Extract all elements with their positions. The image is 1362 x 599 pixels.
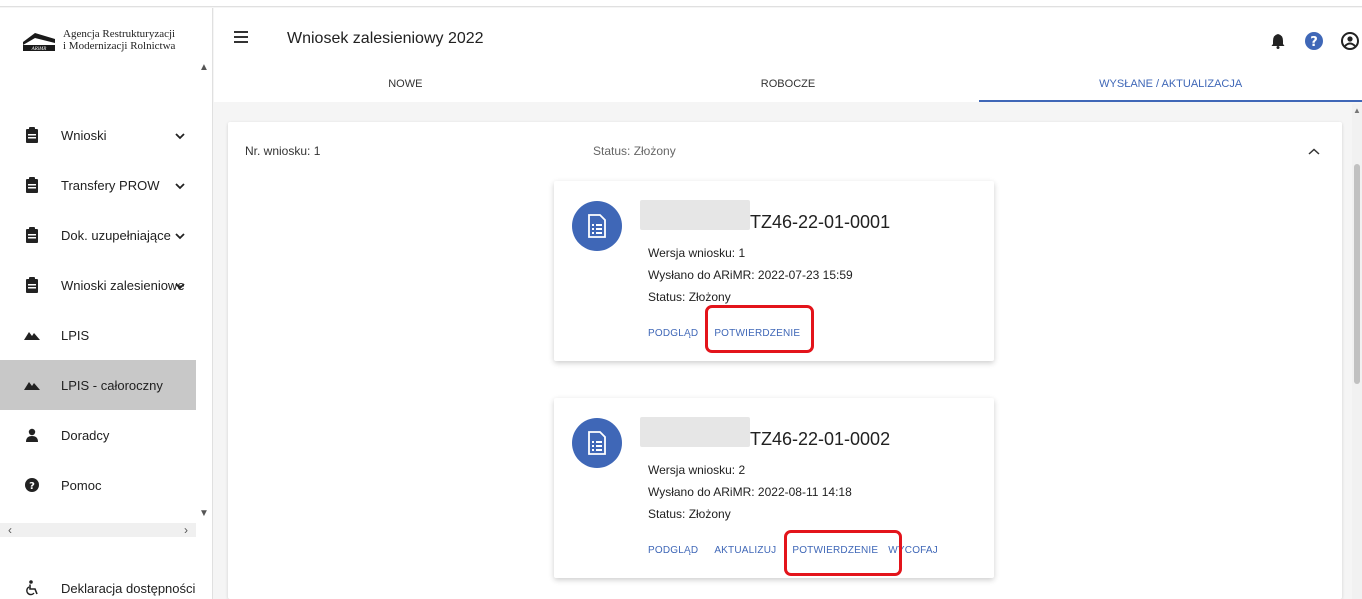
chevron-down-icon[interactable] — [175, 228, 185, 243]
status-text: Status: Złożony — [648, 290, 731, 304]
highlight-box — [705, 305, 814, 353]
preview-button[interactable]: PODGLĄD — [648, 545, 698, 556]
bell-icon[interactable] — [1266, 29, 1290, 53]
version-text: Wersja wniosku: 1 — [648, 246, 746, 260]
top-border — [0, 0, 1362, 7]
group-status: Status: Złożony — [593, 144, 676, 158]
sidebar-item-pomoc[interactable]: ? Pomoc — [0, 460, 196, 510]
scroll-right-icon[interactable]: › — [184, 523, 188, 537]
sidebar-item-label: Transfery PROW — [61, 177, 160, 193]
sidebar-item-dok-uzupelniajace[interactable]: Dok. uzupełniające — [0, 210, 196, 260]
sidebar-nav: Wnioski Transfery PROW Dok. uzupełniając… — [0, 110, 196, 510]
svg-text:ARiMR: ARiMR — [31, 47, 47, 52]
application-id: TZ46-22-01-0001 — [750, 212, 891, 232]
clipboard-icon — [24, 277, 40, 293]
scroll-up-icon[interactable]: ▲ — [1353, 106, 1361, 115]
application-id: TZ46-22-01-0002 — [750, 429, 891, 449]
svg-text:?: ? — [29, 481, 35, 492]
declaration-label: Deklaracja dostępności — [61, 580, 196, 596]
update-button[interactable]: AKTUALIZUJ — [714, 545, 776, 556]
brand-name: Agencja Restrukturyzacji i Modernizacji … — [63, 28, 176, 52]
brand-logo[interactable]: ARiMR Agencja Restrukturyzacji i Moderni… — [21, 28, 175, 68]
clipboard-icon — [24, 127, 40, 143]
arimr-logo-icon: ARiMR — [21, 30, 57, 52]
preview-button[interactable]: PODGLĄD — [648, 328, 698, 339]
document-icon — [572, 201, 622, 251]
clipboard-icon — [24, 177, 40, 193]
scrollbar-thumb[interactable] — [1354, 164, 1360, 384]
chevron-up-icon[interactable] — [1308, 143, 1320, 161]
help-icon[interactable]: ? — [1302, 29, 1326, 53]
scroll-left-icon[interactable]: ‹ — [8, 523, 12, 537]
status-tabs: NOWE ROBOCZE WYSŁANE / AKTUALIZACJA — [214, 70, 1362, 102]
redacted-block — [640, 200, 750, 230]
account-icon[interactable] — [1338, 29, 1362, 53]
document-icon — [572, 418, 622, 468]
header-actions: ? — [1266, 29, 1362, 53]
sidebar-item-label: Dok. uzupełniające — [61, 227, 171, 243]
terrain-icon — [24, 330, 40, 340]
sidebar: ARiMR Agencja Restrukturyzacji i Moderni… — [0, 8, 213, 599]
sidebar-item-wnioski-zalesieniowe[interactable]: Wnioski zalesieniowe — [0, 260, 196, 310]
main-vertical-scrollbar[interactable]: ▲ — [1352, 104, 1362, 599]
menu-icon[interactable] — [234, 31, 248, 46]
highlight-box — [784, 530, 902, 576]
tab-wyslane-aktualizacja[interactable]: WYSŁANE / AKTUALIZACJA — [979, 70, 1362, 102]
chevron-down-icon[interactable] — [175, 278, 185, 293]
sidebar-item-lpis-caloroczny[interactable]: LPIS - całoroczny — [0, 360, 196, 410]
sidebar-item-label: LPIS — [61, 327, 90, 343]
accessibility-declaration-link[interactable]: Deklaracja dostępności — [24, 580, 195, 596]
sidebar-scroll-up-icon[interactable]: ▲ — [199, 62, 209, 73]
version-text: Wersja wniosku: 2 — [648, 463, 746, 477]
sent-date-text: Wysłano do ARiMR: 2022-07-23 15:59 — [648, 268, 853, 282]
sidebar-item-wnioski[interactable]: Wnioski — [0, 110, 196, 160]
page-title: Wniosek zalesieniowy 2022 — [287, 30, 484, 47]
application-number: Nr. wniosku: 1 — [245, 144, 321, 158]
sidebar-item-label: LPIS - całoroczny — [61, 377, 163, 393]
sidebar-item-doradcy[interactable]: Doradcy — [0, 410, 196, 460]
sidebar-scroll-down-icon[interactable]: ▼ — [199, 508, 209, 519]
status-text: Status: Złożony — [648, 507, 731, 521]
application-card: TZ46-22-01-0002 Wersja wniosku: 2 Wysłan… — [554, 398, 994, 578]
svg-text:?: ? — [1310, 35, 1318, 50]
tab-robocze[interactable]: ROBOCZE — [597, 70, 980, 102]
sent-date-text: Wysłano do ARiMR: 2022-08-11 14:18 — [648, 485, 852, 499]
clipboard-icon — [24, 227, 40, 243]
accessibility-icon — [24, 580, 40, 596]
sidebar-item-transfery[interactable]: Transfery PROW — [0, 160, 196, 210]
terrain-icon — [24, 380, 40, 390]
app-header: Wniosek zalesieniowy 2022 ? — [214, 8, 1362, 70]
sidebar-item-lpis[interactable]: LPIS — [0, 310, 196, 360]
sidebar-item-label: Wnioski — [61, 127, 107, 143]
redacted-block — [640, 417, 750, 447]
chevron-down-icon[interactable] — [175, 178, 185, 193]
tab-nowe[interactable]: NOWE — [214, 70, 597, 102]
help-icon: ? — [24, 478, 40, 492]
person-icon — [24, 428, 40, 442]
chevron-down-icon[interactable] — [175, 128, 185, 143]
sidebar-item-label: Pomoc — [61, 477, 102, 493]
sidebar-item-label: Doradcy — [61, 427, 110, 443]
sidebar-horizontal-scrollbar[interactable]: ‹ › — [0, 523, 196, 537]
sidebar-item-label: Wnioski zalesieniowe — [61, 277, 185, 293]
